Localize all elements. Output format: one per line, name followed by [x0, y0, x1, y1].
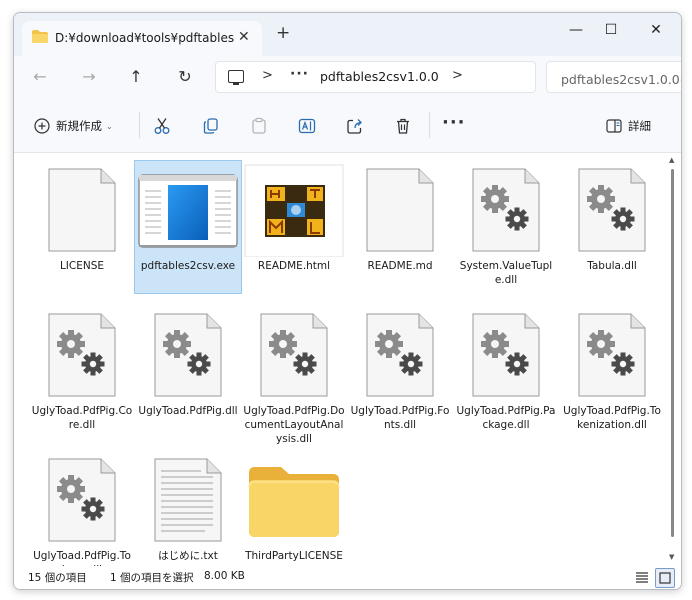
search-input[interactable]: pdftables2csv1.0.0の検索: [561, 69, 681, 88]
file-name: README.html: [257, 260, 331, 272]
file-item[interactable]: README.html: [241, 161, 347, 293]
command-bar: 新規作成 ⌄ ··· 詳細: [14, 98, 681, 153]
file-name: LICENSE: [59, 260, 105, 272]
text-file-icon: [154, 458, 222, 542]
scroll-up-arrow[interactable]: ▲: [669, 156, 674, 164]
file-name: System.ValueTuple.dll: [459, 260, 553, 286]
file-name: UglyToad.PdfPig.Tokens.dll: [33, 550, 131, 566]
chevron-right-icon[interactable]: >: [262, 68, 273, 83]
refresh-button[interactable]: ↻: [171, 64, 199, 90]
toolbar-divider: [139, 112, 140, 138]
status-bar: 15 個の項目 1 個の項目を選択 8.00 KB: [14, 566, 681, 589]
toolbar-divider: [429, 112, 430, 138]
file-item[interactable]: UglyToad.PdfPig.Tokens.dll: [29, 451, 135, 566]
folder-item[interactable]: ThirdPartyLICENSE: [241, 451, 347, 566]
file-item[interactable]: UglyToad.PdfPig.DocumentLayoutAnalysis.d…: [241, 306, 347, 445]
file-item[interactable]: UglyToad.PdfPig.Fonts.dll: [347, 306, 453, 438]
dll-gear-icon: [366, 313, 434, 397]
search-box[interactable]: pdftables2csv1.0.0の検索: [546, 61, 681, 93]
paste-icon: [252, 117, 266, 134]
file-name: UglyToad.PdfPig.Tokenization.dll: [563, 405, 661, 431]
file-item[interactable]: はじめに.txt: [135, 451, 241, 566]
file-item[interactable]: UglyToad.PdfPig.Core.dll: [29, 306, 135, 438]
breadcrumb-current[interactable]: pdftables2csv1.0.0: [320, 69, 439, 84]
file-item[interactable]: Tabula.dll: [559, 161, 665, 293]
computer-icon: [228, 70, 244, 85]
file-name: UglyToad.PdfPig.DocumentLayoutAnalysis.d…: [243, 405, 345, 445]
item-count: 15 個の項目: [28, 572, 87, 584]
title-bar: D:¥download¥tools¥pdftables ✕ + — ☐ ✕: [14, 13, 681, 56]
new-button-label: 新規作成: [56, 119, 102, 133]
file-name: Tabula.dll: [587, 260, 637, 272]
new-tab-button[interactable]: +: [276, 25, 290, 42]
dll-gear-icon: [472, 313, 540, 397]
delete-icon[interactable]: [394, 117, 412, 135]
navigation-bar: ← → ↑ ↻ > ··· pdftables2csv1.0.0 > pdfta…: [14, 56, 681, 98]
folder-icon: [248, 467, 340, 537]
file-item[interactable]: UglyToad.PdfPig.Tokenization.dll: [559, 306, 665, 438]
html-help-icon: [244, 164, 344, 257]
file-view: LICENSE pdftables2csv.exe README.html RE…: [14, 153, 669, 566]
file-name: UglyToad.PdfPig.Package.dll: [456, 405, 556, 431]
details-pane-icon: [606, 119, 622, 133]
dll-gear-icon: [48, 313, 116, 397]
file-name: UglyToad.PdfPig.Core.dll: [31, 405, 133, 431]
rename-icon[interactable]: [298, 117, 316, 135]
more-options-button[interactable]: ···: [442, 112, 466, 133]
folder-name: ThirdPartyLICENSE: [245, 550, 343, 562]
copy-icon[interactable]: [202, 117, 220, 135]
dll-gear-icon: [578, 313, 646, 397]
file-name: README.md: [367, 260, 433, 272]
dll-gear-icon: [260, 313, 328, 397]
details-view-icon[interactable]: [633, 568, 651, 586]
selection-count: 1 個の項目を選択: [110, 572, 194, 584]
chevron-right-icon[interactable]: >: [452, 68, 463, 83]
tab-close-button[interactable]: ✕: [238, 29, 250, 45]
exe-window-icon: [138, 174, 238, 248]
file-item[interactable]: System.ValueTuple.dll: [453, 161, 559, 293]
dll-gear-icon: [578, 168, 646, 252]
vertical-scrollbar[interactable]: [671, 169, 674, 537]
share-icon[interactable]: [346, 117, 364, 135]
minimize-button[interactable]: —: [561, 17, 591, 43]
file-name: UglyToad.PdfPig.Fonts.dll: [350, 405, 450, 431]
file-item[interactable]: LICENSE: [29, 161, 135, 293]
blank-file-icon: [366, 168, 434, 252]
close-window-button[interactable]: ✕: [641, 17, 671, 43]
file-name: UglyToad.PdfPig.dll: [138, 405, 238, 417]
file-item[interactable]: UglyToad.PdfPig.Package.dll: [453, 306, 559, 438]
plus-circle-icon: [34, 118, 50, 134]
new-button[interactable]: 新規作成 ⌄: [34, 116, 113, 136]
cut-icon[interactable]: [153, 117, 171, 135]
folder-icon: [32, 30, 48, 43]
file-name: はじめに.txt: [158, 550, 218, 562]
breadcrumb-overflow-button[interactable]: ···: [290, 66, 309, 82]
address-bar[interactable]: > ··· pdftables2csv1.0.0 >: [215, 61, 536, 93]
explorer-window: D:¥download¥tools¥pdftables ✕ + — ☐ ✕ ← …: [13, 12, 682, 590]
dll-gear-icon: [154, 313, 222, 397]
details-label: 詳細: [628, 119, 651, 133]
scroll-down-arrow[interactable]: ▼: [669, 553, 674, 561]
selection-size: 8.00 KB: [204, 570, 245, 582]
up-button[interactable]: ↑: [122, 64, 150, 90]
file-name: pdftables2csv.exe: [140, 260, 236, 272]
file-item[interactable]: README.md: [347, 161, 453, 293]
large-icons-view-icon[interactable]: [655, 568, 675, 588]
back-button[interactable]: ←: [26, 64, 54, 90]
blank-file-icon: [48, 168, 116, 252]
dll-gear-icon: [48, 458, 116, 542]
file-item-selected[interactable]: pdftables2csv.exe: [134, 160, 242, 294]
maximize-button[interactable]: ☐: [596, 17, 626, 43]
tab-title: D:¥download¥tools¥pdftables: [55, 31, 235, 45]
file-item[interactable]: UglyToad.PdfPig.dll: [135, 306, 241, 438]
dll-gear-icon: [472, 168, 540, 252]
forward-button[interactable]: →: [75, 64, 103, 90]
details-pane-button[interactable]: 詳細: [606, 116, 651, 136]
tab-current-folder[interactable]: D:¥download¥tools¥pdftables ✕: [22, 21, 262, 56]
chevron-down-icon: ⌄: [106, 121, 113, 131]
